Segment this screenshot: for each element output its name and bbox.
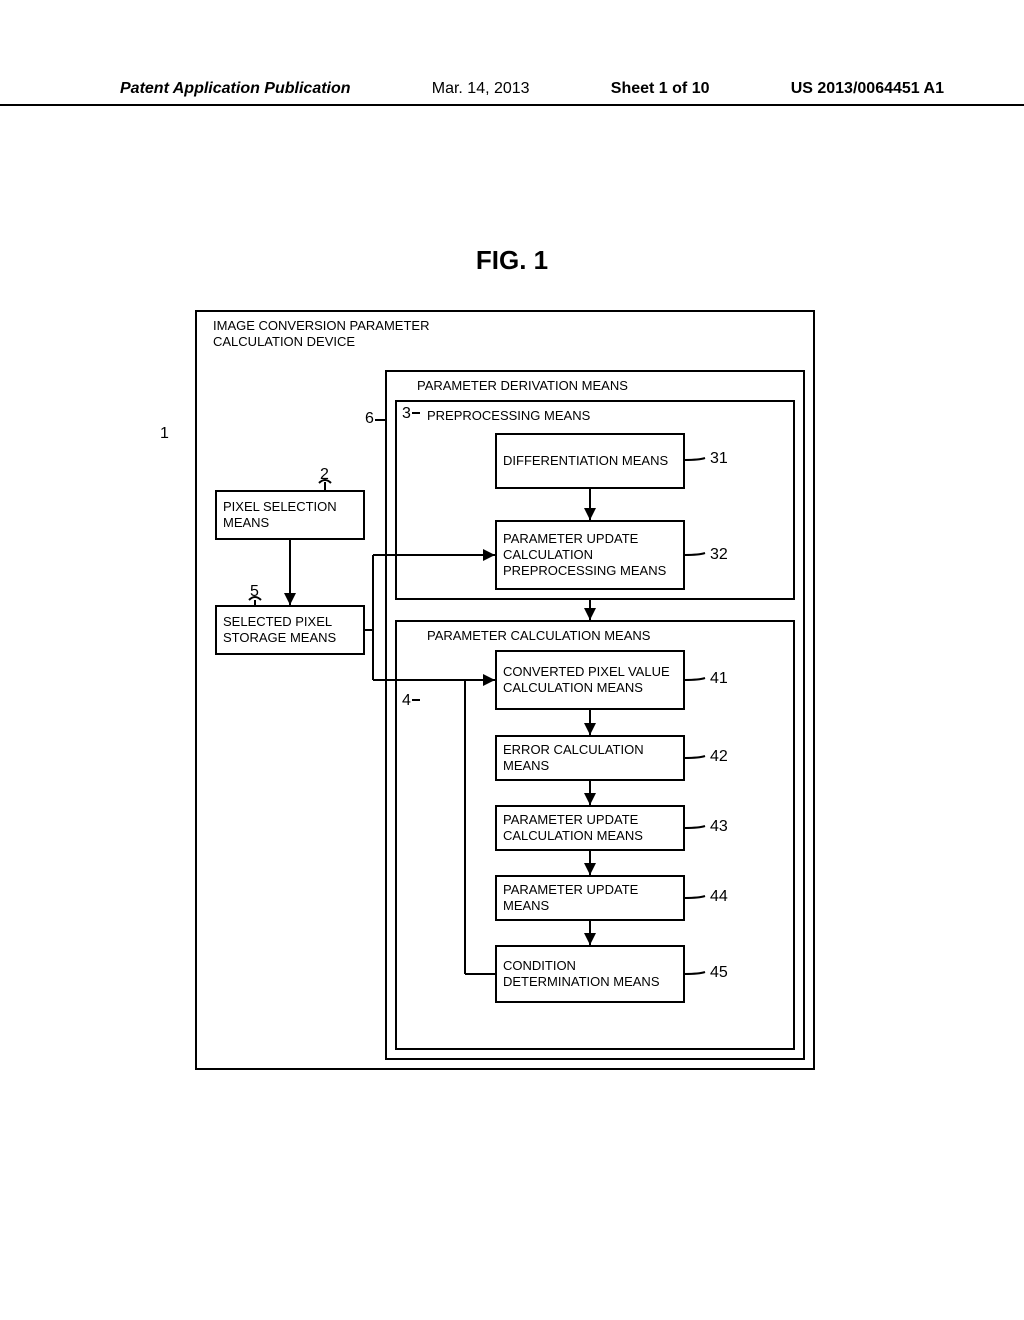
param-update-label: PARAMETER UPDATE MEANS [503, 882, 677, 915]
ref-43: 43 [710, 818, 728, 836]
parameter-calculation-title: PARAMETER CALCULATION MEANS [397, 628, 793, 644]
publication-date: Mar. 14, 2013 [432, 80, 530, 98]
ref-2: 2 [320, 466, 329, 484]
ref-4: 4 [402, 692, 411, 710]
ref-32: 32 [710, 546, 728, 564]
error-calculation-box: ERROR CALCULATION MEANS [495, 735, 685, 781]
pixel-selection-box: PIXEL SELECTION MEANS [215, 490, 365, 540]
diagram-container: IMAGE CONVERSION PARAMETER CALCULATION D… [195, 310, 815, 1070]
device-title-line1: IMAGE CONVERSION PARAMETER [203, 318, 807, 334]
device-title-line2: CALCULATION DEVICE [203, 334, 807, 350]
parameter-derivation-title: PARAMETER DERIVATION MEANS [387, 378, 803, 394]
page-header: Patent Application Publication Mar. 14, … [0, 80, 1024, 106]
param-update-preprocessing-label: PARAMETER UPDATE CALCULATION PREPROCESSI… [503, 531, 677, 580]
converted-pixel-value-label: CONVERTED PIXEL VALUE CALCULATION MEANS [503, 664, 677, 697]
condition-determination-box: CONDITION DETERMINATION MEANS [495, 945, 685, 1003]
publication-number: US 2013/0064451 A1 [791, 80, 944, 98]
ref-5: 5 [250, 583, 259, 601]
ref-44: 44 [710, 888, 728, 906]
condition-determination-label: CONDITION DETERMINATION MEANS [503, 958, 677, 991]
ref-6: 6 [365, 410, 374, 428]
selected-pixel-storage-label: SELECTED PIXEL STORAGE MEANS [223, 614, 357, 647]
error-calculation-label: ERROR CALCULATION MEANS [503, 742, 677, 775]
ref-31: 31 [710, 450, 728, 468]
sheet-indicator: Sheet 1 of 10 [611, 80, 710, 98]
differentiation-label: DIFFERENTIATION MEANS [503, 453, 668, 469]
ref-1: 1 [160, 425, 169, 443]
converted-pixel-value-box: CONVERTED PIXEL VALUE CALCULATION MEANS [495, 650, 685, 710]
param-update-preprocessing-box: PARAMETER UPDATE CALCULATION PREPROCESSI… [495, 520, 685, 590]
ref-45: 45 [710, 964, 728, 982]
ref-41: 41 [710, 670, 728, 688]
ref-42: 42 [710, 748, 728, 766]
param-update-calc-label: PARAMETER UPDATE CALCULATION MEANS [503, 812, 677, 845]
selected-pixel-storage-box: SELECTED PIXEL STORAGE MEANS [215, 605, 365, 655]
preprocessing-title: PREPROCESSING MEANS [397, 408, 793, 424]
figure-label: FIG. 1 [0, 245, 1024, 276]
pixel-selection-label: PIXEL SELECTION MEANS [223, 499, 357, 532]
param-update-calc-box: PARAMETER UPDATE CALCULATION MEANS [495, 805, 685, 851]
param-update-box: PARAMETER UPDATE MEANS [495, 875, 685, 921]
page: Patent Application Publication Mar. 14, … [0, 0, 1024, 1320]
differentiation-box: DIFFERENTIATION MEANS [495, 433, 685, 489]
ref-3: 3 [402, 405, 411, 423]
publication-title: Patent Application Publication [120, 80, 351, 98]
